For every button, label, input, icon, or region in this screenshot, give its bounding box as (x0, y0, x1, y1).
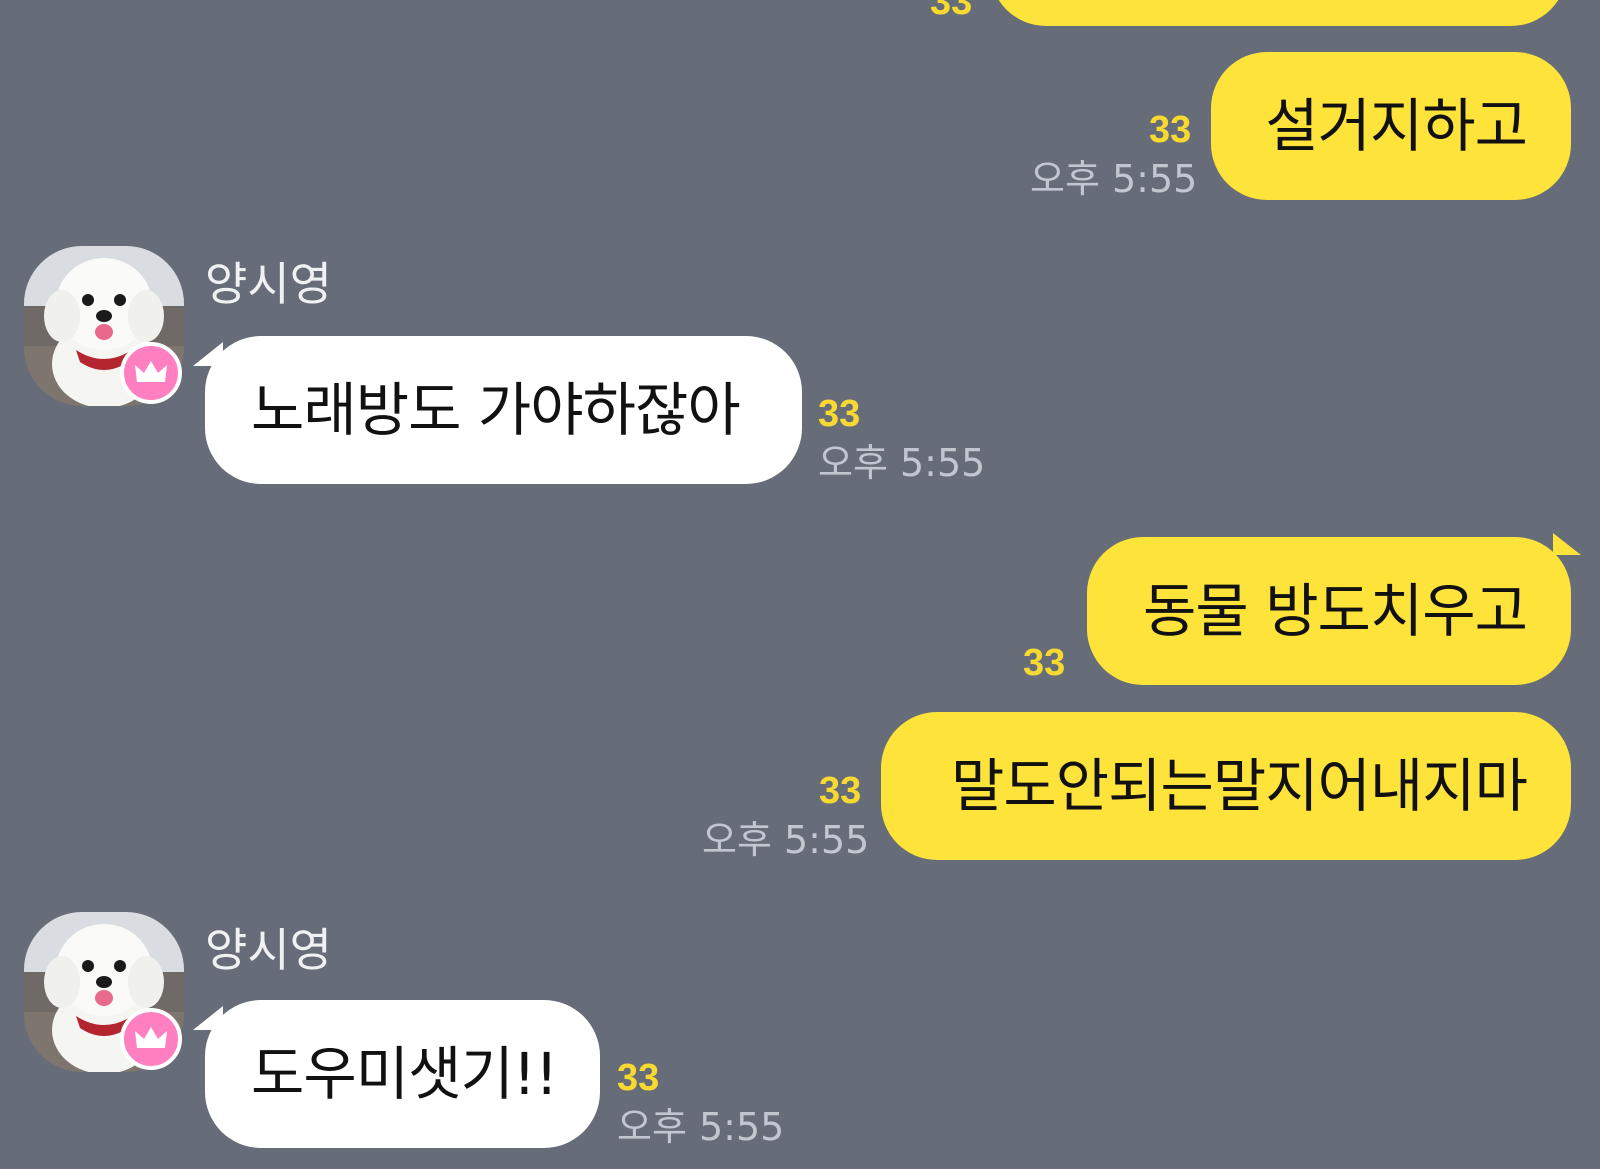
message-timestamp: 오후 5:55 (702, 818, 870, 862)
unread-count: 33 (1023, 642, 1066, 684)
their-message-bubble[interactable]: 도우미샛기!! (193, 1000, 600, 1148)
message-timestamp: 오후 5:55 (1030, 157, 1198, 201)
message-text: 노래방도 가야하잖아 (251, 376, 741, 444)
crown-badge (120, 1008, 182, 1070)
crown-icon (135, 361, 167, 382)
sender-name: 양시영 (205, 257, 332, 311)
message-timestamp: 오후 5:55 (818, 441, 986, 485)
message-text: 도우미샛기!! (251, 1040, 558, 1108)
message-text: 설거지하고 (1265, 92, 1528, 160)
my-message-bubble[interactable]: 말도안되는말지어내지마 (881, 712, 1571, 860)
message-text: 말도안되는말지어내지마 (951, 752, 1528, 820)
my-message-bubble[interactable]: 설거지하고 (1211, 52, 1571, 200)
their-message-bubble[interactable]: 노래방도 가야하잖아 (193, 336, 802, 484)
my-message-bubble[interactable] (990, 0, 1567, 26)
bubble-tail (193, 1006, 223, 1030)
unread-count: 33 (818, 393, 861, 435)
chat-message-list[interactable]: 33 설거지하고 33 오후 5:55 양시영 노래방도 가야하잖아 33 오후… (0, 0, 1600, 1169)
crown-badge (120, 342, 182, 404)
unread-count: 33 (1149, 109, 1192, 151)
unread-count: 33 (930, 0, 973, 23)
unread-count: 33 (617, 1057, 660, 1099)
message-timestamp: 오후 5:55 (617, 1105, 785, 1149)
my-message-bubble[interactable]: 동물 방도치우고 (1087, 533, 1581, 685)
bubble-tail (193, 342, 223, 366)
bubble-tail (1553, 533, 1581, 555)
sender-name: 양시영 (205, 923, 332, 977)
crown-icon (135, 1027, 167, 1048)
message-text: 동물 방도치우고 (1143, 577, 1528, 645)
unread-count: 33 (819, 770, 862, 812)
